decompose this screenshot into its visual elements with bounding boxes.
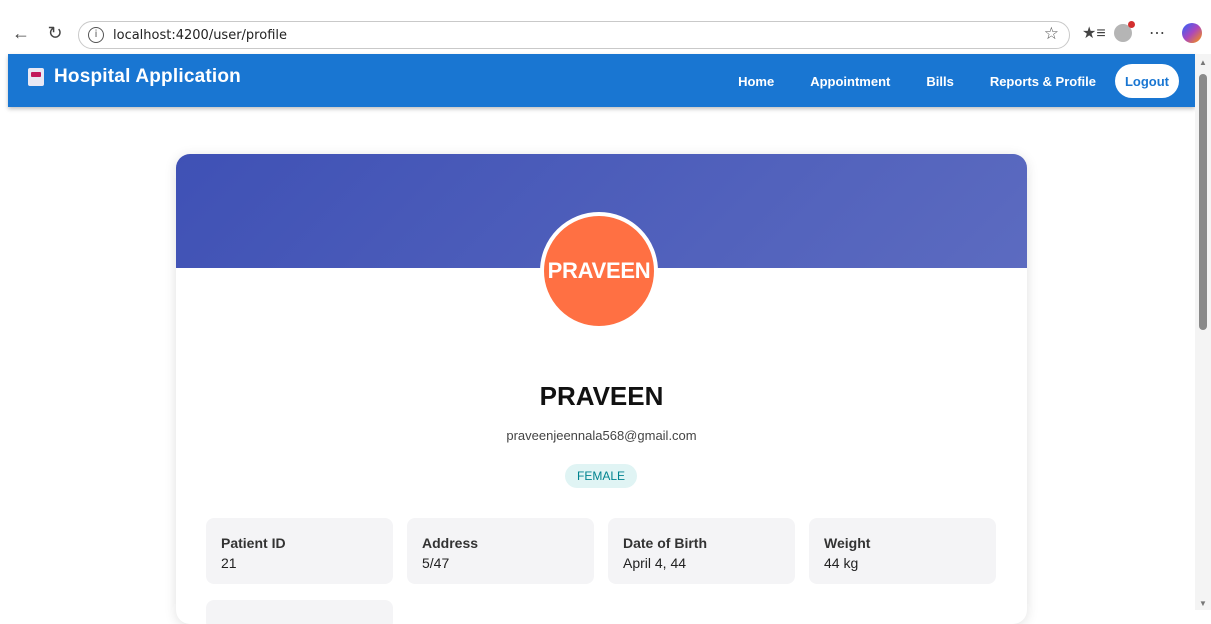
nav-reports-profile[interactable]: Reports & Profile — [990, 74, 1096, 89]
page-scrollbar[interactable]: ▲ ▼ — [1195, 54, 1211, 610]
logout-button[interactable]: Logout — [1115, 64, 1179, 98]
app-header: Hospital Application Home Appointment Bi… — [8, 54, 1195, 107]
info-label: Weight — [824, 535, 871, 551]
nav-home[interactable]: Home — [738, 74, 774, 89]
address-url: localhost:4200/user/profile — [113, 27, 287, 43]
profile-name: PRAVEEN — [539, 381, 664, 411]
avatar-text: PRAVEEN — [547, 258, 651, 283]
reload-icon[interactable]: ↻ — [44, 22, 66, 44]
nav-bills[interactable]: Bills — [926, 74, 953, 89]
info-card-partial — [206, 600, 393, 624]
app-title: Hospital Application — [54, 66, 241, 87]
info-label: Address — [422, 535, 479, 551]
scroll-up-icon[interactable]: ▲ — [1199, 58, 1207, 67]
favorites-list-icon[interactable]: ★≡ — [1082, 23, 1106, 43]
info-value: 21 — [221, 555, 237, 571]
info-card-address: Address 5/47 — [407, 518, 594, 584]
info-label: Patient ID — [221, 535, 286, 551]
info-value: 5/47 — [422, 555, 450, 571]
copilot-icon[interactable] — [1182, 23, 1202, 43]
profile-email: praveenjeennala568@gmail.com — [506, 428, 697, 443]
browser-toolbar: ← ↻ i localhost:4200/user/profile ☆ ★≡ ⋯ — [0, 0, 1211, 54]
info-card-patient-id: Patient ID 21 — [206, 518, 393, 584]
gender-badge: FEMALE — [565, 464, 637, 488]
site-info-icon[interactable]: i — [88, 27, 104, 43]
info-value: April 4, 44 — [623, 555, 687, 571]
info-value: 44 kg — [824, 555, 859, 571]
more-options-icon[interactable]: ⋯ — [1149, 23, 1165, 43]
info-label: Date of Birth — [623, 535, 707, 551]
hospital-logo-icon — [28, 68, 44, 86]
favorite-star-icon[interactable]: ☆ — [1044, 24, 1059, 44]
info-card-weight: Weight 44 kg — [809, 518, 996, 584]
avatar: PRAVEEN — [540, 212, 658, 330]
nav-appointment[interactable]: Appointment — [810, 74, 890, 89]
scroll-down-icon[interactable]: ▼ — [1199, 599, 1207, 608]
address-bar[interactable]: i localhost:4200/user/profile ☆ — [78, 21, 1070, 49]
scrollbar-thumb[interactable] — [1199, 74, 1207, 330]
main-nav: Home Appointment Bills Reports & Profile… — [702, 64, 1179, 98]
profile-card: PRAVEEN PRAVEEN praveenjeennala568@gmail… — [176, 154, 1027, 624]
back-icon[interactable]: ← — [10, 22, 32, 44]
profile-avatar-icon[interactable] — [1114, 21, 1135, 42]
brand[interactable]: Hospital Application — [28, 66, 241, 88]
info-card-date-of-birth: Date of Birth April 4, 44 — [608, 518, 795, 584]
